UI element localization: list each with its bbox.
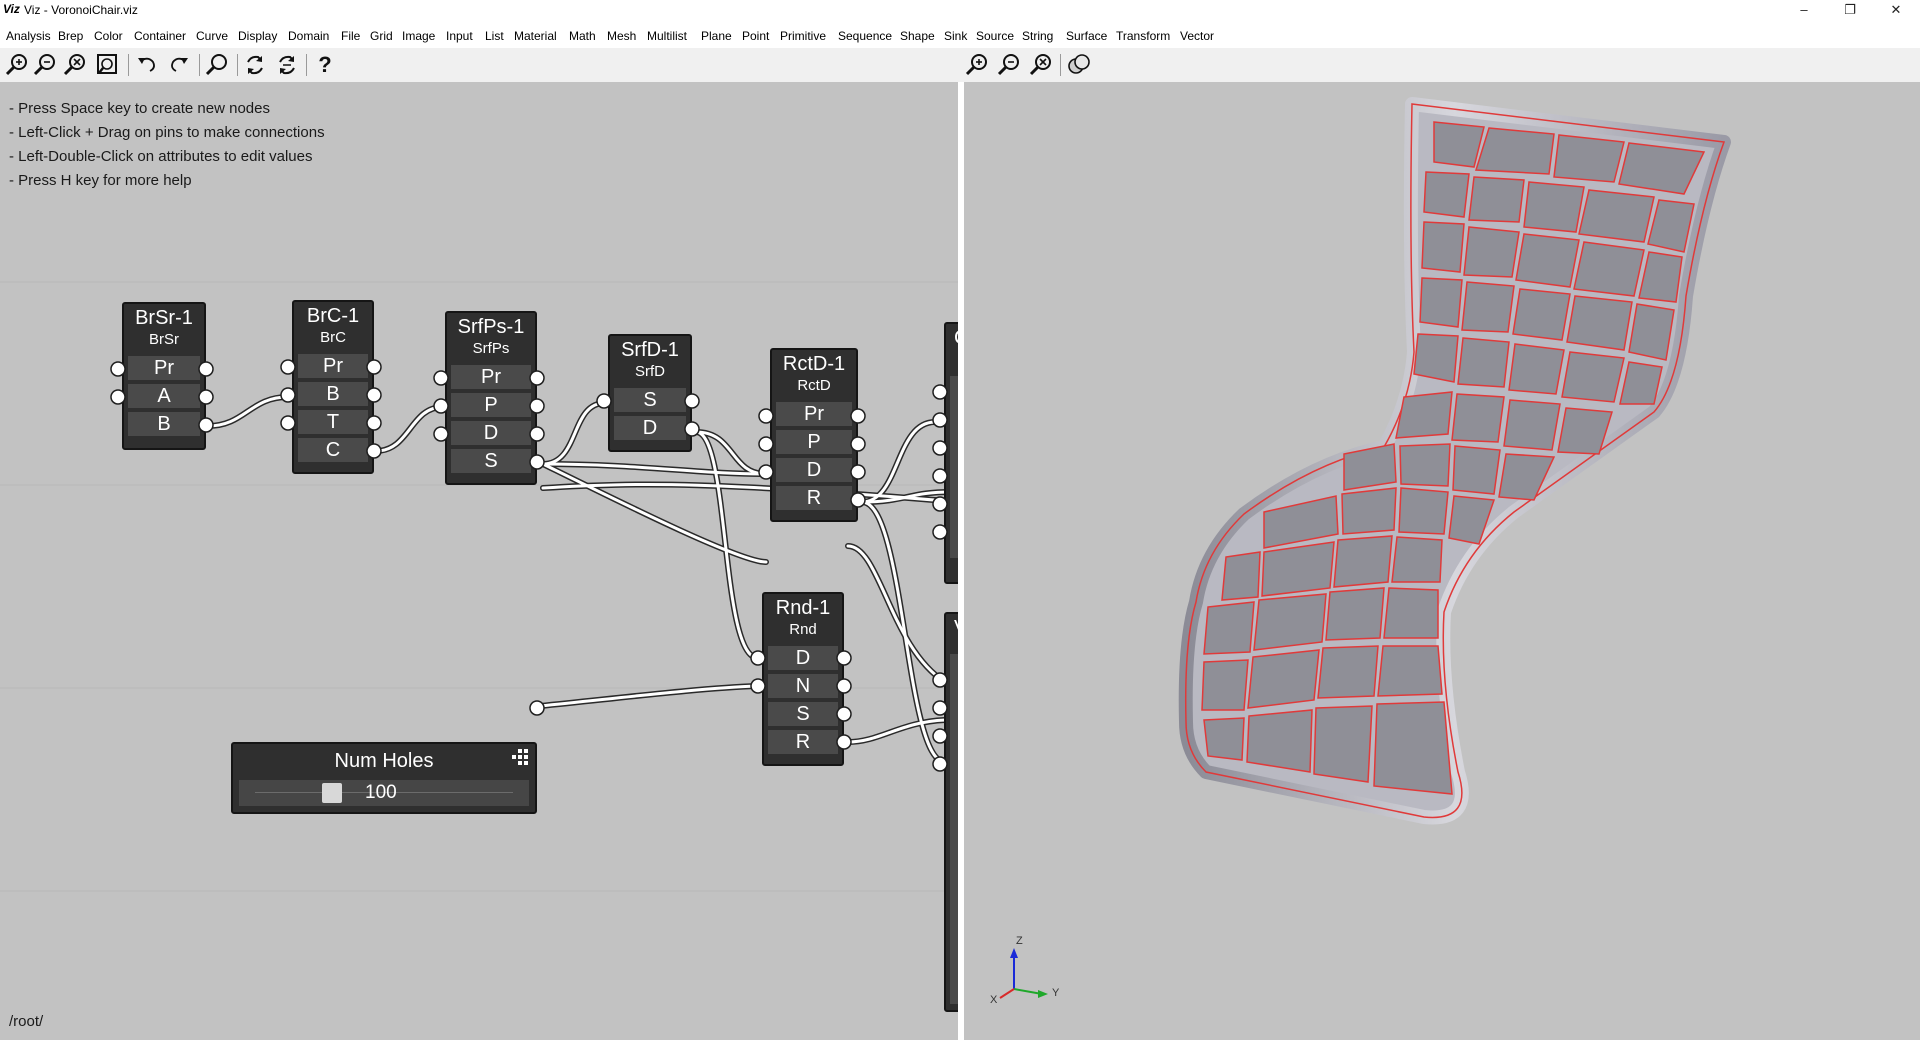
- axis-x-label: X: [990, 994, 998, 1006]
- viewport-zoom-in-icon[interactable]: [964, 52, 990, 78]
- menu-surface[interactable]: Surface: [1066, 29, 1107, 43]
- toolbar-separator: [237, 54, 238, 76]
- menu-sequence[interactable]: Sequence: [838, 29, 892, 43]
- viewport-zoom-reset-icon[interactable]: [1028, 52, 1054, 78]
- graph-path: /root/: [9, 1013, 44, 1030]
- menu-string[interactable]: String: [1022, 29, 1053, 43]
- 3d-viewport[interactable]: Z Y X: [964, 82, 1920, 1040]
- menu-container[interactable]: Container: [134, 29, 186, 43]
- shading-icon[interactable]: [1066, 52, 1092, 78]
- menu-mesh[interactable]: Mesh: [607, 29, 636, 43]
- title-bar: Viz Viz - VoronoiChair.viz – ❐ ✕: [0, 0, 1920, 20]
- app-logo: Viz: [3, 2, 20, 16]
- refresh-all-icon[interactable]: [274, 52, 300, 78]
- zoom-out-icon[interactable]: [32, 52, 58, 78]
- menu-domain[interactable]: Domain: [288, 29, 329, 43]
- menu-vector[interactable]: Vector: [1180, 29, 1214, 43]
- menu-plane[interactable]: Plane: [701, 29, 732, 43]
- axis-triad: [999, 948, 1048, 999]
- menu-math[interactable]: Math: [569, 29, 596, 43]
- menu-image[interactable]: Image: [402, 29, 435, 43]
- toolbar-separator: [306, 54, 307, 76]
- restore-button[interactable]: ❐: [1827, 0, 1873, 20]
- menu-primitive[interactable]: Primitive: [780, 29, 826, 43]
- menu-color[interactable]: Color: [94, 29, 123, 43]
- undo-icon[interactable]: [134, 52, 160, 78]
- menu-source[interactable]: Source: [976, 29, 1014, 43]
- menu-material[interactable]: Material: [514, 29, 557, 43]
- viewport-zoom-out-icon[interactable]: [996, 52, 1022, 78]
- menu-grid[interactable]: Grid: [370, 29, 393, 43]
- menu-file[interactable]: File: [341, 29, 360, 43]
- menu-point[interactable]: Point: [742, 29, 769, 43]
- toolbar-separator: [128, 54, 129, 76]
- menu-sink[interactable]: Sink: [944, 29, 967, 43]
- menu-shape[interactable]: Shape: [900, 29, 935, 43]
- menu-transform[interactable]: Transform: [1116, 29, 1170, 43]
- menu-bar: Analysis Brep Color Container Curve Disp…: [0, 20, 1920, 48]
- node-editor[interactable]: - Press Space key to create new nodes - …: [0, 82, 958, 1040]
- menu-list[interactable]: List: [485, 29, 504, 43]
- axis-y-label: Y: [1052, 987, 1060, 999]
- toolbar: ?: [0, 48, 1920, 83]
- menu-display[interactable]: Display: [238, 29, 277, 43]
- menu-curve[interactable]: Curve: [196, 29, 228, 43]
- menu-input[interactable]: Input: [446, 29, 473, 43]
- help-icon[interactable]: ?: [312, 52, 338, 78]
- zoom-fit-icon[interactable]: [94, 52, 120, 78]
- redo-icon[interactable]: [166, 52, 192, 78]
- axis-z-label: Z: [1016, 935, 1023, 947]
- node-pins: [110, 359, 948, 772]
- zoom-in-icon[interactable]: [4, 52, 30, 78]
- search-icon[interactable]: [204, 52, 230, 78]
- zoom-reset-icon[interactable]: [62, 52, 88, 78]
- menu-brep[interactable]: Brep: [58, 29, 83, 43]
- close-button[interactable]: ✕: [1873, 0, 1919, 20]
- minimize-button[interactable]: –: [1781, 0, 1827, 20]
- menu-analysis[interactable]: Analysis: [6, 29, 51, 43]
- window-title: Viz - VoronoiChair.viz: [24, 3, 138, 17]
- refresh-icon[interactable]: [242, 52, 268, 78]
- toolbar-separator: [1060, 54, 1061, 76]
- toolbar-separator: [199, 54, 200, 76]
- menu-multilist[interactable]: Multilist: [647, 29, 687, 43]
